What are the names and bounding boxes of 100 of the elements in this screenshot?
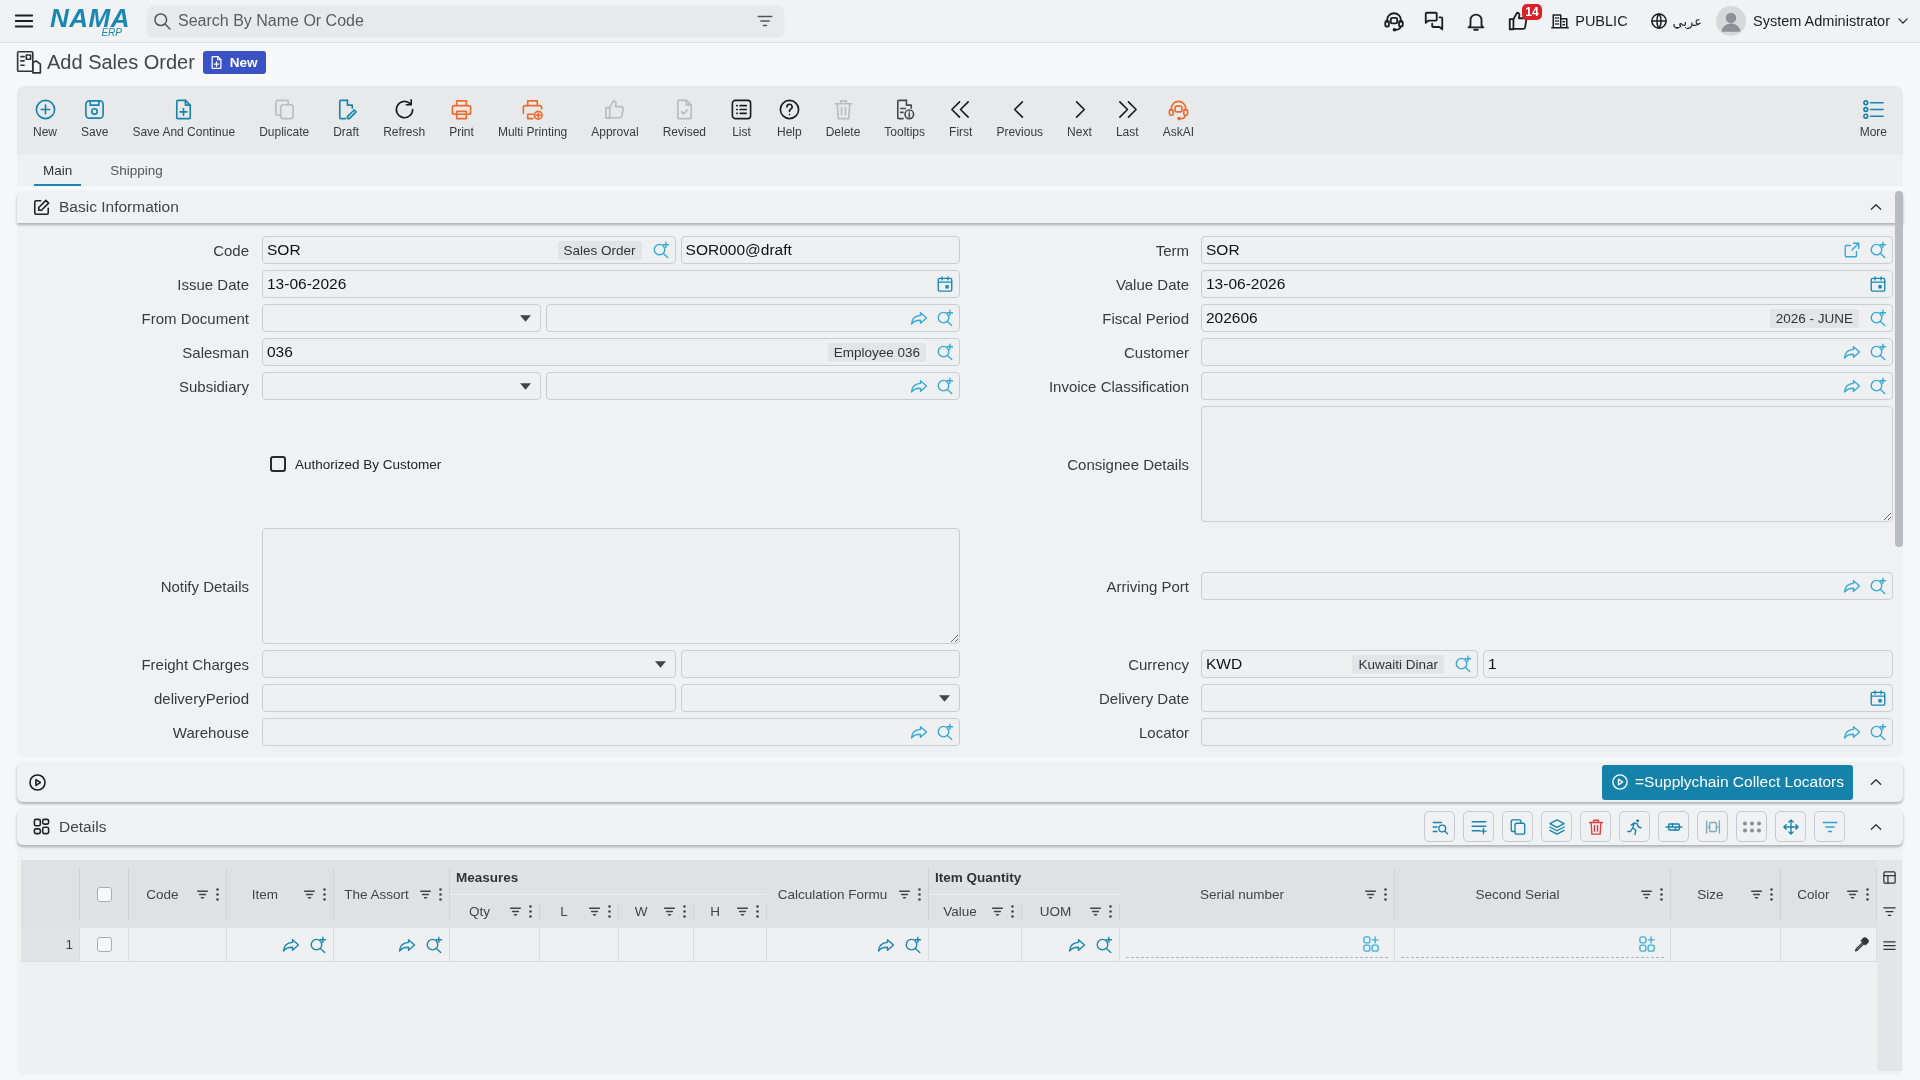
search-plus-icon[interactable]	[936, 723, 954, 741]
filter-icon[interactable]	[1882, 904, 1897, 919]
dropdown-field[interactable]	[262, 372, 542, 400]
headset-icon[interactable]	[1383, 10, 1406, 32]
lookup-field[interactable]	[1201, 572, 1893, 600]
toolbar-button[interactable]: Refresh	[371, 98, 438, 139]
calendar-icon[interactable]	[1869, 275, 1887, 293]
kebab-menu-icon[interactable]	[1011, 905, 1014, 918]
toolbar-button[interactable]: Tooltips	[872, 98, 938, 139]
pipette-icon[interactable]	[1853, 936, 1870, 953]
tab[interactable]: Main	[34, 154, 82, 186]
tool-button[interactable]	[1814, 811, 1845, 842]
toolbar-button[interactable]: Previous	[984, 98, 1056, 139]
search-plus-icon[interactable]	[1869, 343, 1887, 361]
lookup-field[interactable]	[1201, 718, 1893, 746]
tab[interactable]: Shipping	[101, 154, 172, 186]
chat-bubbles-icon[interactable]	[1423, 10, 1446, 32]
tool-button[interactable]	[1424, 811, 1455, 842]
kebab-menu-icon[interactable]	[529, 905, 532, 918]
kebab-menu-icon[interactable]	[1384, 887, 1387, 901]
kebab-menu-icon[interactable]	[918, 887, 921, 901]
filter-icon[interactable]	[736, 905, 749, 918]
text-field[interactable]	[262, 684, 676, 712]
text-field[interactable]	[680, 650, 960, 678]
search-plus-icon[interactable]	[904, 935, 922, 954]
share-arrow-icon[interactable]	[910, 309, 928, 327]
kebab-menu-icon[interactable]	[1770, 887, 1773, 901]
date-field[interactable]	[1201, 684, 1893, 712]
more-button[interactable]: More	[1847, 98, 1899, 139]
search-plus-icon[interactable]	[936, 309, 954, 327]
external-link-icon[interactable]	[1843, 241, 1861, 259]
toolbar-button[interactable]: Draft	[321, 98, 372, 139]
text-field[interactable]: 1	[1483, 650, 1893, 678]
date-field[interactable]: 13-06-2026	[1201, 270, 1893, 298]
toolbar-button[interactable]: AskAI	[1150, 98, 1207, 139]
toolbar-button[interactable]: Help	[765, 98, 814, 139]
row-checkbox[interactable]	[96, 937, 112, 952]
dropdown-field[interactable]	[262, 650, 676, 678]
toolbar-button[interactable]: Save And Continue	[120, 98, 248, 139]
calendar-icon[interactable]	[1869, 689, 1887, 707]
search-plus-icon[interactable]	[1095, 935, 1113, 954]
tool-button[interactable]	[1697, 811, 1728, 842]
share-arrow-icon[interactable]	[1843, 723, 1861, 741]
search-plus-icon[interactable]	[1454, 655, 1472, 673]
tool-button[interactable]	[1619, 811, 1650, 842]
toolbar-button[interactable]: Print	[437, 98, 486, 139]
filter-icon[interactable]	[1089, 905, 1102, 918]
kebab-menu-icon[interactable]	[323, 887, 326, 901]
share-arrow-icon[interactable]	[1843, 577, 1861, 595]
company-button[interactable]: PUBLIC	[1551, 12, 1628, 30]
grid-plus-icon[interactable]	[1362, 935, 1380, 953]
toolbar-button[interactable]: List	[718, 98, 765, 139]
language-button[interactable]: عربي	[1649, 12, 1702, 30]
filter-icon[interactable]	[509, 905, 522, 918]
lookup-field[interactable]	[546, 304, 960, 332]
caret-down-icon[interactable]	[939, 694, 950, 702]
caret-down-icon[interactable]	[520, 382, 532, 390]
toolbar-button[interactable]: New	[21, 98, 69, 139]
caret-down-icon[interactable]	[654, 660, 666, 668]
share-arrow-icon[interactable]	[910, 377, 928, 395]
calendar-icon[interactable]	[936, 275, 954, 293]
kebab-menu-icon[interactable]	[1866, 887, 1869, 901]
tool-button[interactable]	[1502, 811, 1533, 842]
lookup-field[interactable]: 202606 2026 - JUNE	[1201, 304, 1893, 332]
menu-icon[interactable]	[1882, 938, 1897, 953]
kebab-menu-icon[interactable]	[1660, 887, 1663, 901]
text-field[interactable]: SOR000@draft	[680, 236, 960, 264]
search-plus-icon[interactable]	[1869, 577, 1887, 595]
toolbar-button[interactable]: Save	[69, 98, 121, 139]
search-plus-icon[interactable]	[936, 377, 954, 395]
tool-button[interactable]	[1775, 811, 1806, 842]
lookup-field[interactable]: KWD Kuwaiti Dinar	[1201, 650, 1478, 678]
search-plus-icon[interactable]	[1869, 309, 1887, 327]
filter-icon[interactable]	[663, 905, 676, 918]
search-plus-icon[interactable]	[425, 935, 443, 954]
lookup-field[interactable]	[546, 372, 960, 400]
checkbox[interactable]	[270, 456, 286, 472]
tool-button[interactable]	[1580, 811, 1611, 842]
user-menu[interactable]: System Administrator	[1716, 6, 1910, 36]
lookup-field[interactable]: SOR Sales Order	[262, 236, 676, 264]
kebab-menu-icon[interactable]	[683, 905, 686, 918]
filter-icon[interactable]	[991, 905, 1004, 918]
toolbar-button[interactable]: First	[937, 98, 985, 139]
search-plus-icon[interactable]	[309, 935, 327, 954]
date-field[interactable]: 13-06-2026	[262, 270, 960, 298]
kebab-menu-icon[interactable]	[216, 887, 219, 901]
share-arrow-icon[interactable]	[910, 723, 928, 741]
share-arrow-icon[interactable]	[1843, 377, 1861, 395]
dropdown-field[interactable]	[680, 684, 960, 712]
kebab-menu-icon[interactable]	[439, 887, 442, 901]
dropdown-field[interactable]	[262, 304, 542, 332]
lookup-field[interactable]: 036 Employee 036	[262, 338, 960, 366]
caret-down-icon[interactable]	[520, 314, 532, 322]
lookup-field[interactable]	[1201, 338, 1893, 366]
tool-button[interactable]	[1463, 811, 1494, 842]
toolbar-button[interactable]: Last	[1103, 98, 1151, 139]
play-circle-icon[interactable]	[28, 772, 47, 792]
lookup-field[interactable]: SOR	[1201, 236, 1893, 264]
kebab-menu-icon[interactable]	[756, 905, 759, 918]
tool-button[interactable]	[1736, 811, 1767, 842]
